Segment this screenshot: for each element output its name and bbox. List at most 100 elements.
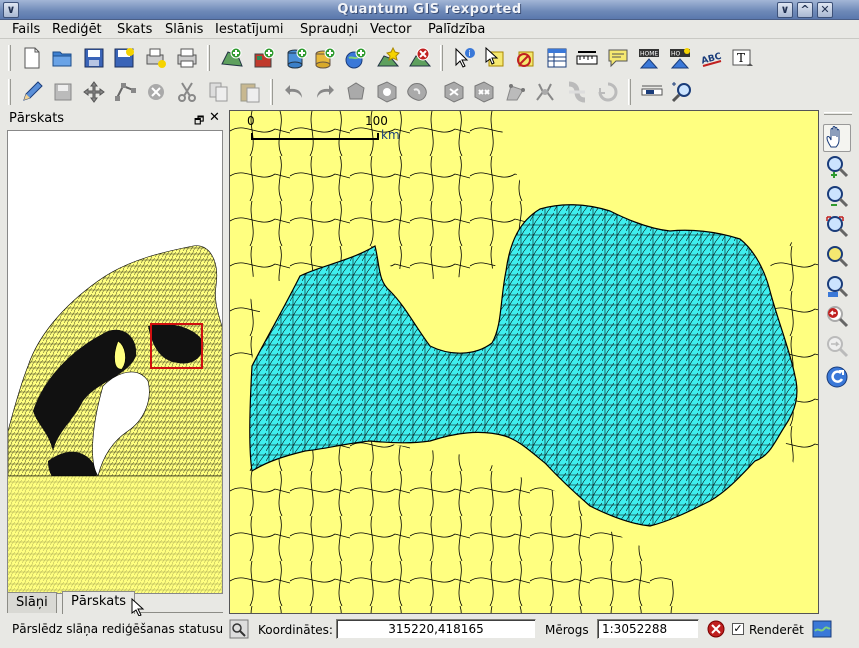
svg-text:HO: HO [671,51,681,58]
stop-render-icon[interactable] [706,619,726,639]
add-spatialite-layer-icon[interactable] [313,46,337,70]
node-tool-icon[interactable] [113,80,137,104]
render-checkbox[interactable]: ✓ [732,623,744,635]
scale-label: Mērogs [545,623,589,637]
menu-vector[interactable]: Vector [370,22,411,37]
delete-ring-icon[interactable] [442,80,466,104]
toolbar-grip[interactable] [8,45,11,71]
toolbar-grip[interactable] [207,45,210,71]
paste-features-icon[interactable] [238,80,262,104]
text-annotation-icon[interactable]: T [731,46,755,70]
scale-bar-end-label: 100 [365,114,388,128]
svg-text:HOME: HOME [640,51,658,58]
add-part-icon[interactable] [406,80,430,104]
toolbar-grip[interactable] [8,79,11,105]
toggle-editing-icon[interactable] [20,80,44,104]
svg-text:T: T [737,51,745,65]
overview-dock: Pārskats 🗗 ✕ [4,110,225,614]
zoom-layer-icon[interactable] [825,275,849,299]
gps-icon[interactable] [640,80,664,104]
menu-fails[interactable]: Fails [12,22,40,37]
save-project-icon[interactable] [82,46,106,70]
save-as-icon[interactable] [112,46,136,70]
window-titlebar: ∨ Quantum GIS rexported ∨ ^ ✕ [0,0,859,20]
float-dock-icon[interactable]: 🗗 [194,112,204,131]
redo-icon[interactable] [313,80,337,104]
add-vector-layer-icon[interactable] [220,46,244,70]
close-window-button[interactable]: ✕ [817,2,833,18]
reshape-icon[interactable] [503,80,527,104]
map-tips-icon[interactable] [606,46,630,70]
print-composer-icon[interactable] [144,46,168,70]
menu-palidziba[interactable]: Palīdzība [428,22,485,37]
add-raster-layer-icon[interactable] [253,46,277,70]
deselect-icon[interactable] [513,46,537,70]
window-title: Quantum GIS rexported [337,2,522,17]
home-new-icon[interactable]: HO [668,46,692,70]
maximize-button[interactable]: ^ [797,2,813,18]
menu-iestatijumi[interactable]: Iestatījumi [215,22,284,37]
select-icon[interactable] [483,46,507,70]
merge-icon[interactable] [565,80,589,104]
move-feature-icon[interactable] [82,80,106,104]
close-dock-icon[interactable]: ✕ [209,110,220,125]
projection-icon[interactable] [812,619,832,639]
zoom-full-icon[interactable] [825,215,849,239]
new-project-icon[interactable] [20,46,44,70]
menu-spraudni[interactable]: Spraudņi [300,22,358,37]
menu-rediget[interactable]: Rediģēt [52,22,102,37]
capture-polygon-icon[interactable] [344,80,368,104]
scale-bar-unit-label: km [381,128,400,142]
tab-overview[interactable]: Pārskats [62,591,136,614]
split-icon[interactable] [533,80,557,104]
svg-text:i: i [469,49,471,58]
add-ring-icon[interactable] [375,80,399,104]
scale-bar-start-label: 0 [247,114,255,128]
new-vector-layer-icon[interactable] [376,46,400,70]
refresh-icon[interactable] [825,365,849,389]
menu-skats[interactable]: Skats [117,22,152,37]
delete-selected-icon[interactable] [144,80,168,104]
minimize-button[interactable]: ∨ [777,2,793,18]
render-label: Renderēt [749,623,804,637]
attribute-table-icon[interactable] [545,46,569,70]
toolbar-grip[interactable] [440,45,443,71]
map-canvas[interactable]: 0 100 km [229,110,819,614]
pan-icon[interactable] [823,124,851,152]
merge-attributes-icon[interactable] [596,80,620,104]
dock-title: Pārskats [9,111,65,126]
menu-slanis[interactable]: Slānis [165,22,203,37]
open-project-icon[interactable] [50,46,74,70]
save-edits-icon[interactable] [51,80,75,104]
coordinate-toggle-icon[interactable] [229,619,249,639]
copy-features-icon[interactable] [207,80,231,104]
toolbar-grip[interactable] [270,79,273,105]
toolbar-grip[interactable] [824,112,852,115]
delete-part-icon[interactable] [472,80,496,104]
zoom-next-icon[interactable] [825,335,849,359]
print-icon[interactable] [175,46,199,70]
dock-tabs: Slāņi Pārskats [7,591,223,616]
add-wms-layer-icon[interactable] [344,46,368,70]
cut-features-icon[interactable] [175,80,199,104]
coordinates-label: Koordinātes: [258,623,333,637]
overview-map[interactable] [7,130,223,594]
label-abc-icon[interactable]: ABC [700,46,724,70]
zoom-tool-icon[interactable] [670,80,694,104]
tab-layers[interactable]: Slāņi [7,592,57,613]
measure-line-icon[interactable] [575,46,599,70]
zoom-last-icon[interactable] [825,305,849,329]
zoom-in-icon[interactable] [825,155,849,179]
remove-layer-icon[interactable] [408,46,432,70]
add-postgis-layer-icon[interactable] [285,46,309,70]
toolbar-grip[interactable] [628,79,631,105]
undo-icon[interactable] [282,80,306,104]
zoom-selection-icon[interactable] [825,245,849,269]
coordinates-field[interactable]: 315220,418165 [336,619,536,639]
zoom-out-icon[interactable] [825,185,849,209]
identify-icon[interactable]: i [452,46,476,70]
map-navigation-toolbar [820,110,856,614]
scale-field[interactable]: 1:3052288 [597,619,699,639]
status-message: Pārslēdz slāņa rediģēšanas statusu [12,622,224,636]
home-icon[interactable]: HOME [637,46,661,70]
